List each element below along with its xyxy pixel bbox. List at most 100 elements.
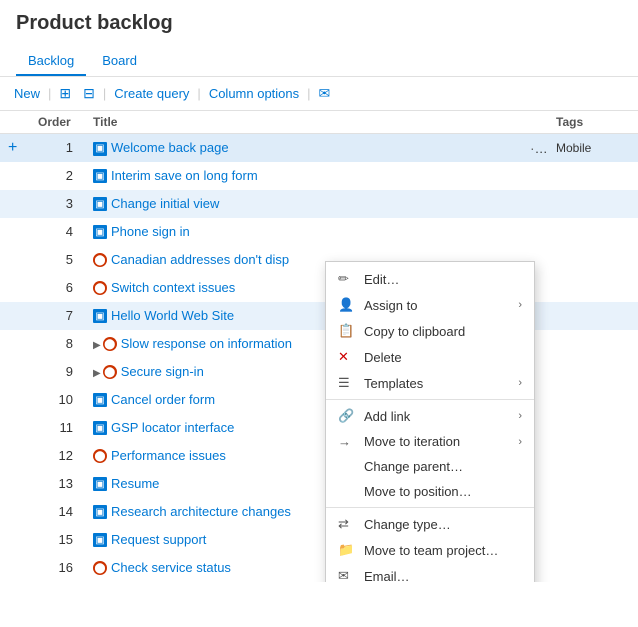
backlog-table: Order Title Tags +1▣Welcome back page···…: [0, 111, 638, 582]
context-menu-separator: [326, 399, 534, 400]
table-row[interactable]: 12⬤Performance issues: [0, 442, 638, 470]
bug-icon: ⬤: [103, 365, 117, 379]
expand-arrow[interactable]: ▶: [93, 340, 101, 351]
expand-arrow[interactable]: ▶: [93, 368, 101, 379]
new-button[interactable]: New: [8, 84, 46, 103]
col-header-add: [0, 111, 30, 134]
create-query-button[interactable]: Create query: [108, 84, 195, 103]
context-menu-item-edit[interactable]: ✏Edit…: [326, 266, 534, 292]
row-add-col: [0, 470, 30, 498]
row-title-link[interactable]: Resume: [111, 476, 159, 491]
context-menu-item-templates[interactable]: ☰Templates›: [326, 370, 534, 396]
row-title-link[interactable]: Performance issues: [111, 448, 226, 463]
row-order: 8: [30, 330, 85, 358]
delete-label: Delete: [364, 350, 522, 365]
tab-board[interactable]: Board: [90, 47, 149, 76]
table-row[interactable]: +1▣Welcome back page···Mobile: [0, 134, 638, 162]
page-container: Product backlog Backlog Board New | ⊞ ⊟ …: [0, 0, 638, 582]
row-title-link[interactable]: Change initial view: [111, 196, 219, 211]
row-tags: [548, 470, 638, 498]
row-tags: [548, 554, 638, 582]
story-icon: ▣: [93, 142, 107, 156]
submenu-arrow-icon: ›: [518, 410, 522, 422]
table-row[interactable]: 14▣Research architecture changes: [0, 498, 638, 526]
row-title-link[interactable]: Research architecture changes: [111, 504, 291, 519]
add-child-button[interactable]: ⊞: [53, 83, 77, 104]
row-order: 11: [30, 414, 85, 442]
row-title[interactable]: ▣Change initial view: [85, 190, 518, 218]
row-title-link[interactable]: Secure sign-in: [121, 364, 204, 379]
context-menu-item-iteration[interactable]: →Move to iteration›: [326, 429, 534, 454]
table-row[interactable]: 7▣Hello World Web Site: [0, 302, 638, 330]
row-tags: [548, 246, 638, 274]
context-menu-item-delete[interactable]: ✕Delete: [326, 344, 534, 370]
table-row[interactable]: 15▣Request support: [0, 526, 638, 554]
row-order: 13: [30, 470, 85, 498]
row-title-link[interactable]: Check service status: [111, 560, 231, 575]
table-row[interactable]: 13▣Resume: [0, 470, 638, 498]
row-add-col: [0, 190, 30, 218]
create-query-label: Create query: [114, 86, 189, 101]
add-child-row-button[interactable]: +: [8, 139, 17, 156]
table-row[interactable]: 5⬤Canadian addresses don't disp: [0, 246, 638, 274]
table-row[interactable]: 2▣Interim save on long form: [0, 162, 638, 190]
row-title[interactable]: ▣Phone sign in: [85, 218, 518, 246]
row-add-col: [0, 526, 30, 554]
table-row[interactable]: 10▣Cancel order form: [0, 386, 638, 414]
iteration-label: Move to iteration: [364, 434, 518, 449]
row-tags: [548, 442, 638, 470]
row-title-link[interactable]: Switch context issues: [111, 280, 235, 295]
collapse-button[interactable]: ⊟: [77, 83, 101, 104]
table-row[interactable]: 16⬤Check service status: [0, 554, 638, 582]
email-icon: ✉: [338, 568, 356, 582]
changetype-icon: ⇄: [338, 516, 356, 532]
table-row[interactable]: 11▣GSP locator interface: [0, 414, 638, 442]
context-menu-item-moveteam[interactable]: 📁Move to team project…: [326, 537, 534, 563]
row-title-link[interactable]: Slow response on information: [121, 336, 292, 351]
row-title-link[interactable]: Interim save on long form: [111, 168, 258, 183]
table-row[interactable]: 3▣Change initial view: [0, 190, 638, 218]
row-title-link[interactable]: Canadian addresses don't disp: [111, 252, 289, 267]
context-menu-item-copy[interactable]: 📋Copy to clipboard: [326, 318, 534, 344]
row-title[interactable]: ▣Interim save on long form: [85, 162, 518, 190]
row-dots-col: [518, 218, 548, 246]
context-menu-item-addlink[interactable]: 🔗Add link›: [326, 403, 534, 429]
changeparent-label: Change parent…: [364, 459, 522, 474]
row-title-link[interactable]: Phone sign in: [111, 224, 190, 239]
context-menu-item-changeparent[interactable]: Change parent…: [326, 454, 534, 479]
row-order: 10: [30, 386, 85, 414]
row-title-link[interactable]: Cancel order form: [111, 392, 215, 407]
table-row[interactable]: 6⬤Switch context issues: [0, 274, 638, 302]
row-context-menu-button[interactable]: ···: [526, 140, 548, 156]
email-button[interactable]: ✉: [313, 83, 337, 104]
row-title-link[interactable]: Hello World Web Site: [111, 308, 234, 323]
row-title[interactable]: ▣ Welcome back page: [85, 134, 518, 162]
context-menu: ✏Edit…👤Assign to›📋Copy to clipboard✕Dele…: [325, 261, 535, 582]
col-header-title: Title: [85, 111, 518, 134]
row-dots-col: [518, 162, 548, 190]
table-row[interactable]: 8▶⬤Slow response on information: [0, 330, 638, 358]
row-order: 1: [30, 134, 85, 162]
column-options-button[interactable]: Column options: [203, 84, 305, 103]
tab-backlog[interactable]: Backlog: [16, 47, 86, 76]
row-tags: [548, 386, 638, 414]
row-order: 6: [30, 274, 85, 302]
context-menu-item-moveposition[interactable]: Move to position…: [326, 479, 534, 504]
copy-label: Copy to clipboard: [364, 324, 522, 339]
row-tags: [548, 162, 638, 190]
collapse-icon: ⊟: [83, 85, 95, 102]
bug-icon: ⬤: [93, 253, 107, 267]
context-menu-item-changetype[interactable]: ⇄Change type…: [326, 511, 534, 537]
row-add-col: [0, 554, 30, 582]
row-tags: [548, 218, 638, 246]
row-order: 15: [30, 526, 85, 554]
table-row[interactable]: 9▶⬤Secure sign-in: [0, 358, 638, 386]
row-title-link[interactable]: Request support: [111, 532, 206, 547]
row-title-link[interactable]: Welcome back page: [111, 140, 229, 155]
row-add-col: [0, 246, 30, 274]
table-row[interactable]: 4▣Phone sign in: [0, 218, 638, 246]
context-menu-item-assign[interactable]: 👤Assign to›: [326, 292, 534, 318]
submenu-arrow-icon: ›: [518, 377, 522, 389]
row-title-link[interactable]: GSP locator interface: [111, 420, 234, 435]
context-menu-item-email[interactable]: ✉Email…: [326, 563, 534, 582]
